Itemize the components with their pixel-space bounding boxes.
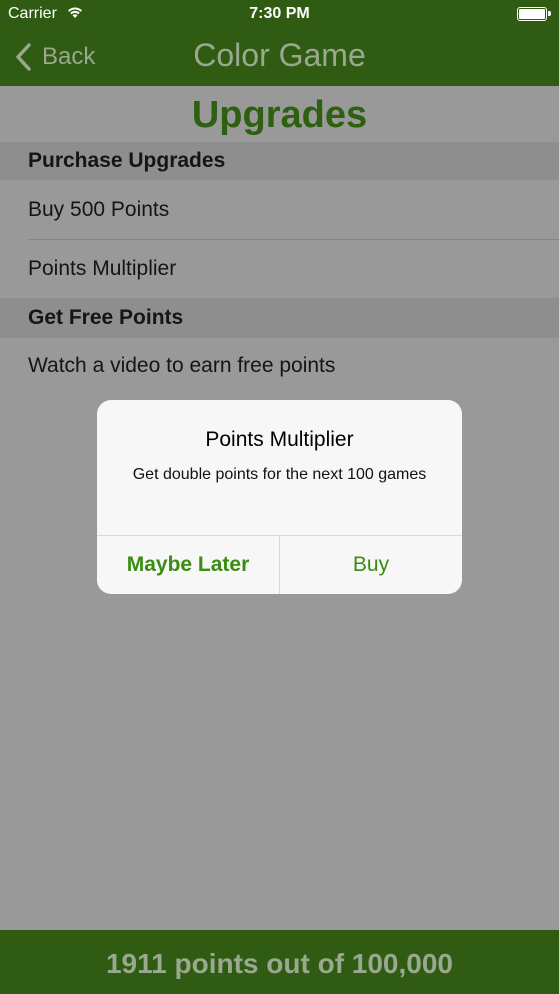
section-header-purchase-upgrades: Purchase Upgrades: [0, 142, 559, 180]
points-multiplier-alert: Points Multiplier Get double points for …: [97, 400, 462, 594]
alert-title: Points Multiplier: [205, 428, 354, 451]
status-time: 7:30 PM: [249, 5, 310, 22]
points-footer: 1911 points out of 100,000: [0, 930, 559, 994]
status-bar: Carrier 7:30 PM: [0, 0, 559, 28]
battery-icon: [517, 7, 551, 21]
alert-message: Get double points for the next 100 games: [132, 466, 427, 483]
row-buy-500-points[interactable]: Buy 500 Points: [0, 180, 559, 239]
maybe-later-button[interactable]: Maybe Later: [97, 536, 279, 594]
buy-button[interactable]: Buy: [280, 536, 462, 594]
row-watch-video[interactable]: Watch a video to earn free points: [0, 338, 559, 394]
section-header-get-free-points: Get Free Points: [0, 298, 559, 338]
page-title: Upgrades: [191, 94, 368, 136]
row-points-multiplier[interactable]: Points Multiplier: [0, 240, 559, 298]
app-title: Color Game: [193, 37, 366, 73]
navigation-bar: Back Color Game: [0, 28, 559, 86]
